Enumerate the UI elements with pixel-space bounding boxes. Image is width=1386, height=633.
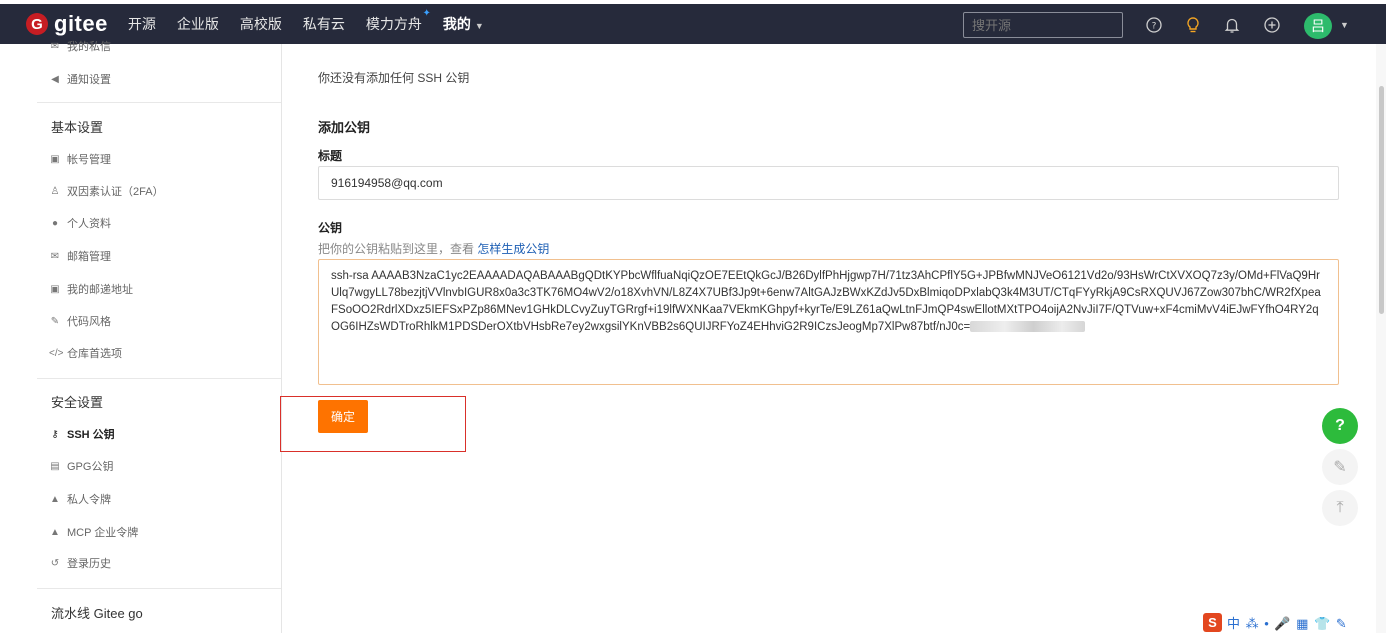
- key-icon: ⚷: [51, 428, 59, 440]
- main-nav: 开源 企业版 高校版 私有云 模力方舟 ✦ 我的 ▼: [128, 8, 505, 34]
- gitee-logo-text: gitee: [54, 11, 108, 36]
- how-to-generate-link[interactable]: 怎样生成公钥: [477, 242, 549, 256]
- sidebar-item-label: 我的邮递地址: [67, 284, 133, 296]
- sidebar-item-login-history[interactable]: ↺ 登录历史: [49, 555, 111, 571]
- back-to-top-icon[interactable]: ⤒: [1322, 490, 1358, 526]
- speaker-icon: ◀: [51, 73, 59, 85]
- sparkle-icon: ✦: [422, 8, 431, 19]
- sidebar-item-label: MCP 企业令牌: [67, 527, 139, 539]
- divider: [37, 588, 281, 589]
- nav-education[interactable]: 高校版: [240, 14, 282, 34]
- public-key-value: ssh-rsa AAAAB3NzaC1yc2EAAAADAQABAAABgQDt…: [331, 270, 1321, 333]
- main-content: 你还没有添加任何 SSH 公钥 添加公钥 标题 公钥 把你的公钥粘贴到这里，查看…: [280, 44, 1360, 633]
- sidebar-item-label: 双因素认证（2FA）: [67, 186, 164, 198]
- sidebar-item-2fa[interactable]: ♙ 双因素认证（2FA）: [49, 183, 164, 199]
- sidebar-item-private-tokens[interactable]: ▲ 私人令牌: [49, 491, 111, 507]
- sidebar-item-mcp-tokens[interactable]: ▲ MCP 企业令牌: [49, 524, 138, 540]
- feedback-edit-icon[interactable]: ✎: [1322, 449, 1358, 485]
- code-icon: </>: [49, 347, 64, 359]
- nav-opensource[interactable]: 开源: [128, 14, 156, 34]
- ime-tools: 中 ⁂ • 🎤 ▦ 👕 ✎: [1227, 616, 1348, 631]
- scrollbar-thumb[interactable]: [1379, 86, 1384, 314]
- sidebar-item-label: 仓库首选项: [67, 348, 122, 360]
- search-input[interactable]: [963, 12, 1123, 38]
- sidebar-item-code-style[interactable]: ✎ 代码风格: [49, 313, 111, 329]
- sidebar-item-notify[interactable]: ◀ 通知设置: [49, 71, 111, 87]
- sidebar-item-label: 我的私信: [67, 41, 111, 53]
- ime-toolbar[interactable]: S 中 ⁂ • 🎤 ▦ 👕 ✎: [1203, 612, 1348, 633]
- sidebar-item-label: 通知设置: [67, 74, 111, 86]
- sidebar-item-label: 邮箱管理: [67, 251, 111, 263]
- sidebar-item-messages[interactable]: ✉ 我的私信: [49, 38, 111, 54]
- public-key-textarea[interactable]: ssh-rsa AAAAB3NzaC1yc2EAAAADAQABAAABgQDt…: [318, 259, 1339, 385]
- redacted-blur: [970, 321, 1086, 333]
- pipeline-heading: 流水线 Gitee go: [51, 606, 143, 621]
- basic-settings-heading: 基本设置: [51, 120, 104, 135]
- token-icon: ▲: [50, 493, 60, 505]
- top-navbar: G gitee 开源 企业版 高校版 私有云 模力方舟✦ 我的▼ ? 吕 ▼: [0, 4, 1386, 44]
- message-icon: ✉: [50, 40, 60, 52]
- nav-my-label: 我的: [442, 16, 471, 32]
- id-card-icon: ▣: [50, 153, 60, 165]
- sidebar-item-label: 登录历史: [67, 558, 111, 570]
- nav-moli[interactable]: 模力方舟 ✦: [365, 8, 431, 34]
- history-icon: ↺: [50, 557, 60, 569]
- gitee-logo[interactable]: G gitee: [26, 11, 108, 37]
- plus-circle-icon[interactable]: [1263, 16, 1281, 34]
- address-card-icon: ▣: [50, 283, 60, 295]
- nav-private-cloud[interactable]: 私有云: [303, 14, 345, 34]
- lightbulb-icon[interactable]: [1184, 16, 1202, 34]
- sidebar-item-label: 私人令牌: [67, 494, 111, 506]
- lock-icon: ▤: [50, 460, 60, 472]
- sidebar-item-gpg-keys[interactable]: ▤ GPG公钥: [49, 458, 113, 474]
- sidebar-item-label: 帐号管理: [67, 154, 111, 166]
- key-hint-text: 把你的公钥粘贴到这里，查看: [318, 242, 475, 256]
- bell-icon[interactable]: [1223, 16, 1241, 34]
- public-key-label: 公钥: [318, 221, 343, 235]
- sogou-logo-icon: S: [1203, 613, 1222, 632]
- key-title-input[interactable]: [318, 166, 1339, 200]
- user-shield-icon: ♙: [50, 185, 60, 197]
- chevron-down-icon: ▼: [474, 21, 484, 31]
- help-circle-icon[interactable]: ?: [1145, 16, 1163, 34]
- nav-enterprise[interactable]: 企业版: [177, 14, 219, 34]
- envelope-icon: ✉: [50, 250, 60, 262]
- sidebar-item-label: SSH 公钥: [67, 429, 115, 441]
- sidebar-item-ssh-keys[interactable]: ⚷ SSH 公钥: [49, 426, 115, 442]
- divider: [37, 102, 281, 103]
- sidebar-item-email[interactable]: ✉ 邮箱管理: [49, 248, 111, 264]
- add-key-title: 添加公钥: [318, 120, 371, 135]
- sidebar-item-label: GPG公钥: [67, 461, 114, 473]
- confirm-button[interactable]: 确定: [318, 400, 368, 433]
- gitee-logo-icon: G: [26, 13, 48, 35]
- token-icon: ▲: [50, 526, 60, 538]
- sidebar-item-repo-prefs[interactable]: </> 仓库首选项: [49, 345, 122, 361]
- sidebar-item-account[interactable]: ▣ 帐号管理: [49, 151, 111, 167]
- security-settings-heading: 安全设置: [51, 395, 104, 410]
- user-icon: ●: [51, 217, 59, 229]
- sidebar-item-address[interactable]: ▣ 我的邮递地址: [49, 281, 133, 297]
- highlight-box: [280, 396, 466, 452]
- sidebar-item-profile[interactable]: ● 个人资料: [49, 215, 111, 231]
- user-avatar[interactable]: 吕: [1304, 13, 1332, 39]
- brush-icon: ✎: [50, 315, 60, 327]
- title-label: 标题: [318, 149, 343, 163]
- settings-sidebar: ✉ 我的私信 ◀ 通知设置 基本设置 ▣ 帐号管理 ♙ 双因素认证（2FA） ● 个人资料…: [37, 41, 282, 633]
- key-hint: 把你的公钥粘贴到这里，查看 怎样生成公钥: [318, 240, 549, 257]
- nav-my[interactable]: 我的 ▼: [443, 14, 484, 34]
- sidebar-item-label: 代码风格: [67, 316, 111, 328]
- no-ssh-keys-message: 你还没有添加任何 SSH 公钥: [318, 71, 470, 85]
- nav-moli-label: 模力方舟: [365, 16, 422, 32]
- divider: [37, 378, 281, 379]
- sidebar-item-label: 个人资料: [67, 218, 111, 230]
- help-button[interactable]: ?: [1322, 408, 1358, 444]
- avatar-chevron-down-icon[interactable]: ▼: [1340, 20, 1349, 30]
- svg-text:?: ?: [1152, 22, 1157, 32]
